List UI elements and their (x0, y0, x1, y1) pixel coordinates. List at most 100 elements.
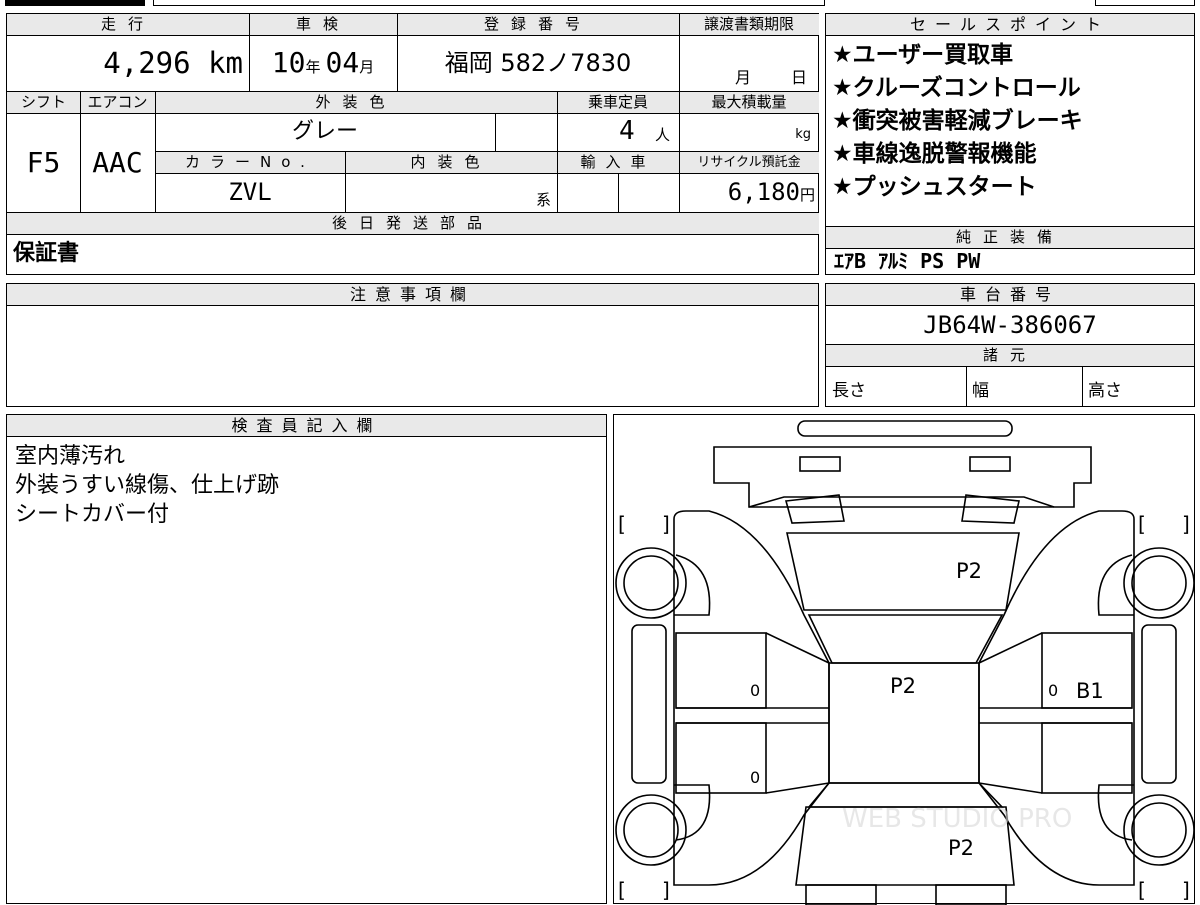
recycle-unit: 円 (799, 186, 815, 204)
exterior-color-sub (495, 113, 557, 150)
chassis-specs-box: 車台番号 JB64W-386067 諸元 長さ 幅 高さ (825, 283, 1195, 407)
mileage-number: 4,296 (103, 46, 191, 80)
aircon-value: AAC (92, 146, 143, 179)
genuine-equipment-value: ｴｱB ｱﾙﾐ PS PW (834, 249, 981, 273)
max-load-unit: kg (795, 127, 811, 142)
interior-color-unit: 系 (535, 191, 551, 209)
inspection-year-unit: 年 (305, 58, 321, 76)
mark-right-front-door: B1 (1076, 679, 1104, 703)
later-parts-value: 保証書 (13, 241, 80, 266)
inspector-box: 検査員記入欄 室内薄汚れ 外装うすい線傷、仕上げ跡 シートカバー付 (6, 414, 607, 904)
aircon-label: エアコン (80, 91, 155, 114)
sales-points-header: セールスポイント (826, 14, 1194, 36)
mark-left-front-zero: 0 (750, 681, 760, 700)
front-left-lamp (784, 494, 845, 524)
inspection-value: 10年 04月 (249, 36, 397, 90)
interior-color-value: 系 (345, 173, 557, 212)
top-strip (5, 0, 1195, 6)
capacity-value: 4 人 (557, 113, 679, 150)
inspection-year: 10 (271, 46, 306, 79)
sales-points-list: ★ユーザー買取車 ★クルーズコントロール ★衝突被害軽減ブレーキ ★車線逸脱警報… (826, 39, 1194, 204)
exterior-color-label: 外装色 (155, 91, 557, 114)
sales-point-item: ★ユーザー買取車 (832, 42, 1014, 68)
spec-height-label: 高さ (1088, 381, 1122, 401)
watermark: WEB STUDIO PRO (842, 804, 1072, 834)
left-step (631, 624, 667, 784)
mark-right-front-zero: 0 (1048, 681, 1058, 700)
inspector-note-line: 室内薄汚れ (15, 444, 126, 469)
inspection-month-unit: 月 (359, 58, 375, 76)
specs-header: 諸元 (826, 344, 1194, 367)
bracket-open: [ (618, 878, 626, 902)
transfer-deadline-label: 譲渡書類期限 (679, 14, 819, 36)
inspector-note-line: シートカバー付 (15, 502, 170, 527)
left-front-tire (615, 547, 687, 619)
color-no-label: カラーNo. (155, 151, 345, 174)
car-diagram: [ ] [ ] [ ] [ ] P2 P2 P2 B1 0 0 0 WEB ST… (615, 420, 1194, 905)
right-step (1141, 624, 1177, 784)
mark-roof: P2 (890, 674, 916, 698)
capacity-unit: 人 (655, 126, 671, 144)
exterior-color-value: グレー (291, 119, 358, 144)
bracket-open: [ (1138, 512, 1146, 536)
sales-point-item: ★プッシュスタート (832, 174, 1037, 200)
bracket-close: ] (1182, 512, 1190, 536)
left-rear-tire (615, 794, 687, 866)
bracket-open: [ (618, 512, 626, 536)
sales-point-item: ★車線逸脱警報機能 (832, 141, 1037, 167)
hood-panel (786, 532, 1020, 611)
plate-value: 福岡 582ノ7830 (444, 49, 632, 77)
notes-header: 注意事項欄 (7, 284, 818, 306)
max-load-label: 最大積載量 (679, 91, 819, 114)
inspector-notes: 室内薄汚れ 外装うすい線傷、仕上げ跡 シートカバー付 (7, 442, 606, 529)
front-body (713, 446, 1092, 508)
recycle-number: 6,180 (727, 178, 800, 206)
front-left-light (799, 456, 841, 472)
inspection-month: 04 (325, 46, 360, 79)
genuine-equipment-header: 純正装備 (826, 226, 1194, 249)
deadline-value: 月 日 (679, 36, 819, 90)
front-right-light (969, 456, 1011, 472)
color-no-value: ZVL (228, 178, 272, 206)
shift-value: F5 (26, 146, 61, 179)
shift-label: シフト (7, 91, 80, 114)
vehicle-info-table: 走行 車検 登録番号 譲渡書類期限 4,296 km 10年 04月 福岡 58… (6, 13, 819, 275)
deadline-day-unit: 日 (791, 68, 808, 87)
import-label: 輸入車 (557, 151, 679, 174)
rear-bumper (805, 884, 877, 905)
spec-length-label: 長さ (832, 381, 866, 401)
capacity-number: 4 (619, 116, 635, 146)
mark-rear: P2 (948, 836, 974, 860)
deadline-month-unit: 月 (735, 68, 752, 87)
left-front-fender (674, 554, 711, 616)
recycle-value: 6,180円 (679, 173, 819, 212)
right-rear-door (1041, 722, 1133, 794)
rear-bumper-right (935, 884, 1007, 905)
windshield (807, 614, 1004, 664)
mark-hood: P2 (956, 559, 982, 583)
sales-point-item: ★衝突被害軽減ブレーキ (832, 108, 1083, 134)
sales-point-item: ★クルーズコントロール (832, 75, 1081, 101)
bracket-open: [ (1138, 878, 1146, 902)
spec-width-label: 幅 (972, 381, 989, 401)
chassis-header: 車台番号 (826, 284, 1194, 306)
bracket-close: ] (662, 878, 670, 902)
inspector-header: 検査員記入欄 (7, 415, 606, 437)
inspector-note-line: 外装うすい線傷、仕上げ跡 (15, 473, 280, 498)
interior-color-label: 内装色 (345, 151, 557, 174)
bracket-close: ] (662, 512, 670, 536)
registration-label: 登録番号 (397, 14, 679, 36)
capacity-label: 乗車定員 (557, 91, 679, 114)
mileage-label: 走行 (7, 14, 249, 36)
sales-points-box: セールスポイント ★ユーザー買取車 ★クルーズコントロール ★衝突被害軽減ブレー… (825, 13, 1195, 275)
mark-left-rear-zero: 0 (750, 768, 760, 787)
mileage-value: 4,296 km (7, 36, 249, 90)
max-load-value: kg (679, 113, 819, 150)
chassis-number: JB64W-386067 (923, 311, 1097, 339)
later-parts-header: 後日発送部品 (7, 212, 819, 235)
notes-box: 注意事項欄 (6, 283, 819, 407)
bracket-close: ] (1182, 878, 1190, 902)
front-bumper (797, 420, 1013, 437)
mileage-unit: km (208, 46, 243, 80)
inspection-label: 車検 (249, 14, 397, 36)
